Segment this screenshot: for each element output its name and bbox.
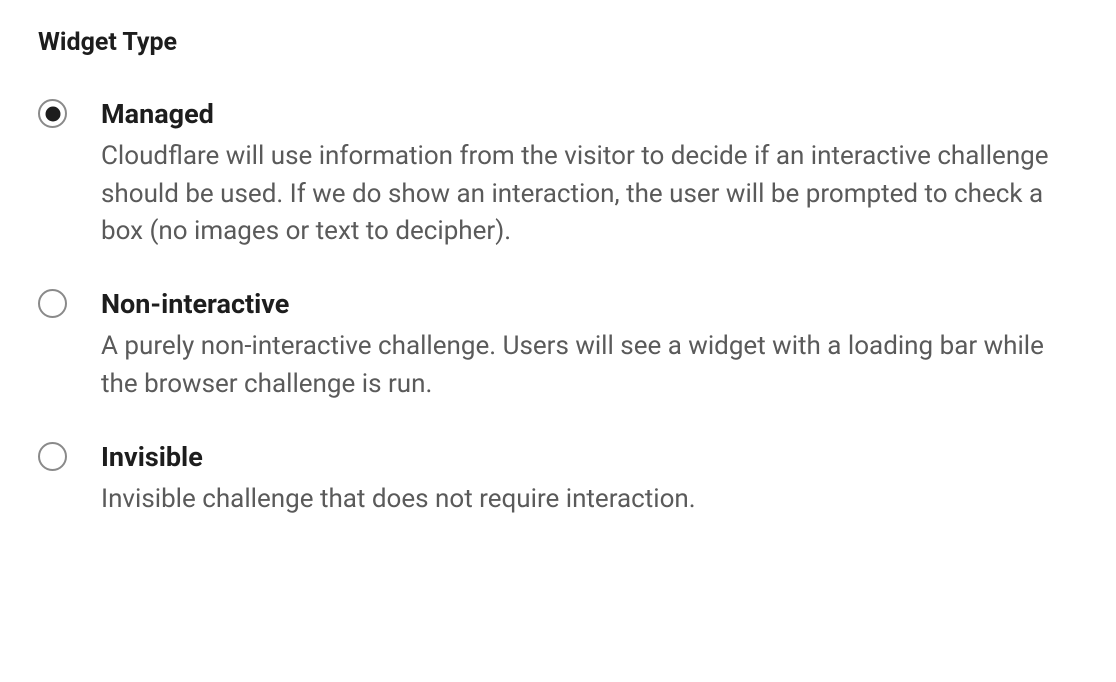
radio-option-managed[interactable]: Managed Cloudflare will use information …	[38, 97, 1078, 251]
section-heading-widget-type: Widget Type	[38, 28, 1078, 57]
radio-label: Non-interactive	[101, 287, 1078, 322]
radio-content: Managed Cloudflare will use information …	[101, 97, 1078, 251]
radio-option-invisible[interactable]: Invisible Invisible challenge that does …	[38, 440, 1078, 519]
radio-description: A purely non-interactive challenge. User…	[101, 328, 1061, 403]
radio-option-non-interactive[interactable]: Non-interactive A purely non-interactive…	[38, 287, 1078, 403]
radio-description: Invisible challenge that does not requir…	[101, 481, 1061, 519]
radio-circle-icon	[38, 99, 67, 128]
radio-content: Invisible Invisible challenge that does …	[101, 440, 1078, 519]
radio-circle-icon	[38, 289, 67, 318]
widget-type-radio-group: Managed Cloudflare will use information …	[38, 97, 1078, 518]
radio-circle-icon	[38, 442, 67, 471]
radio-label: Invisible	[101, 440, 1078, 475]
radio-description: Cloudflare will use information from the…	[101, 138, 1061, 251]
radio-label: Managed	[101, 97, 1078, 132]
radio-content: Non-interactive A purely non-interactive…	[101, 287, 1078, 403]
